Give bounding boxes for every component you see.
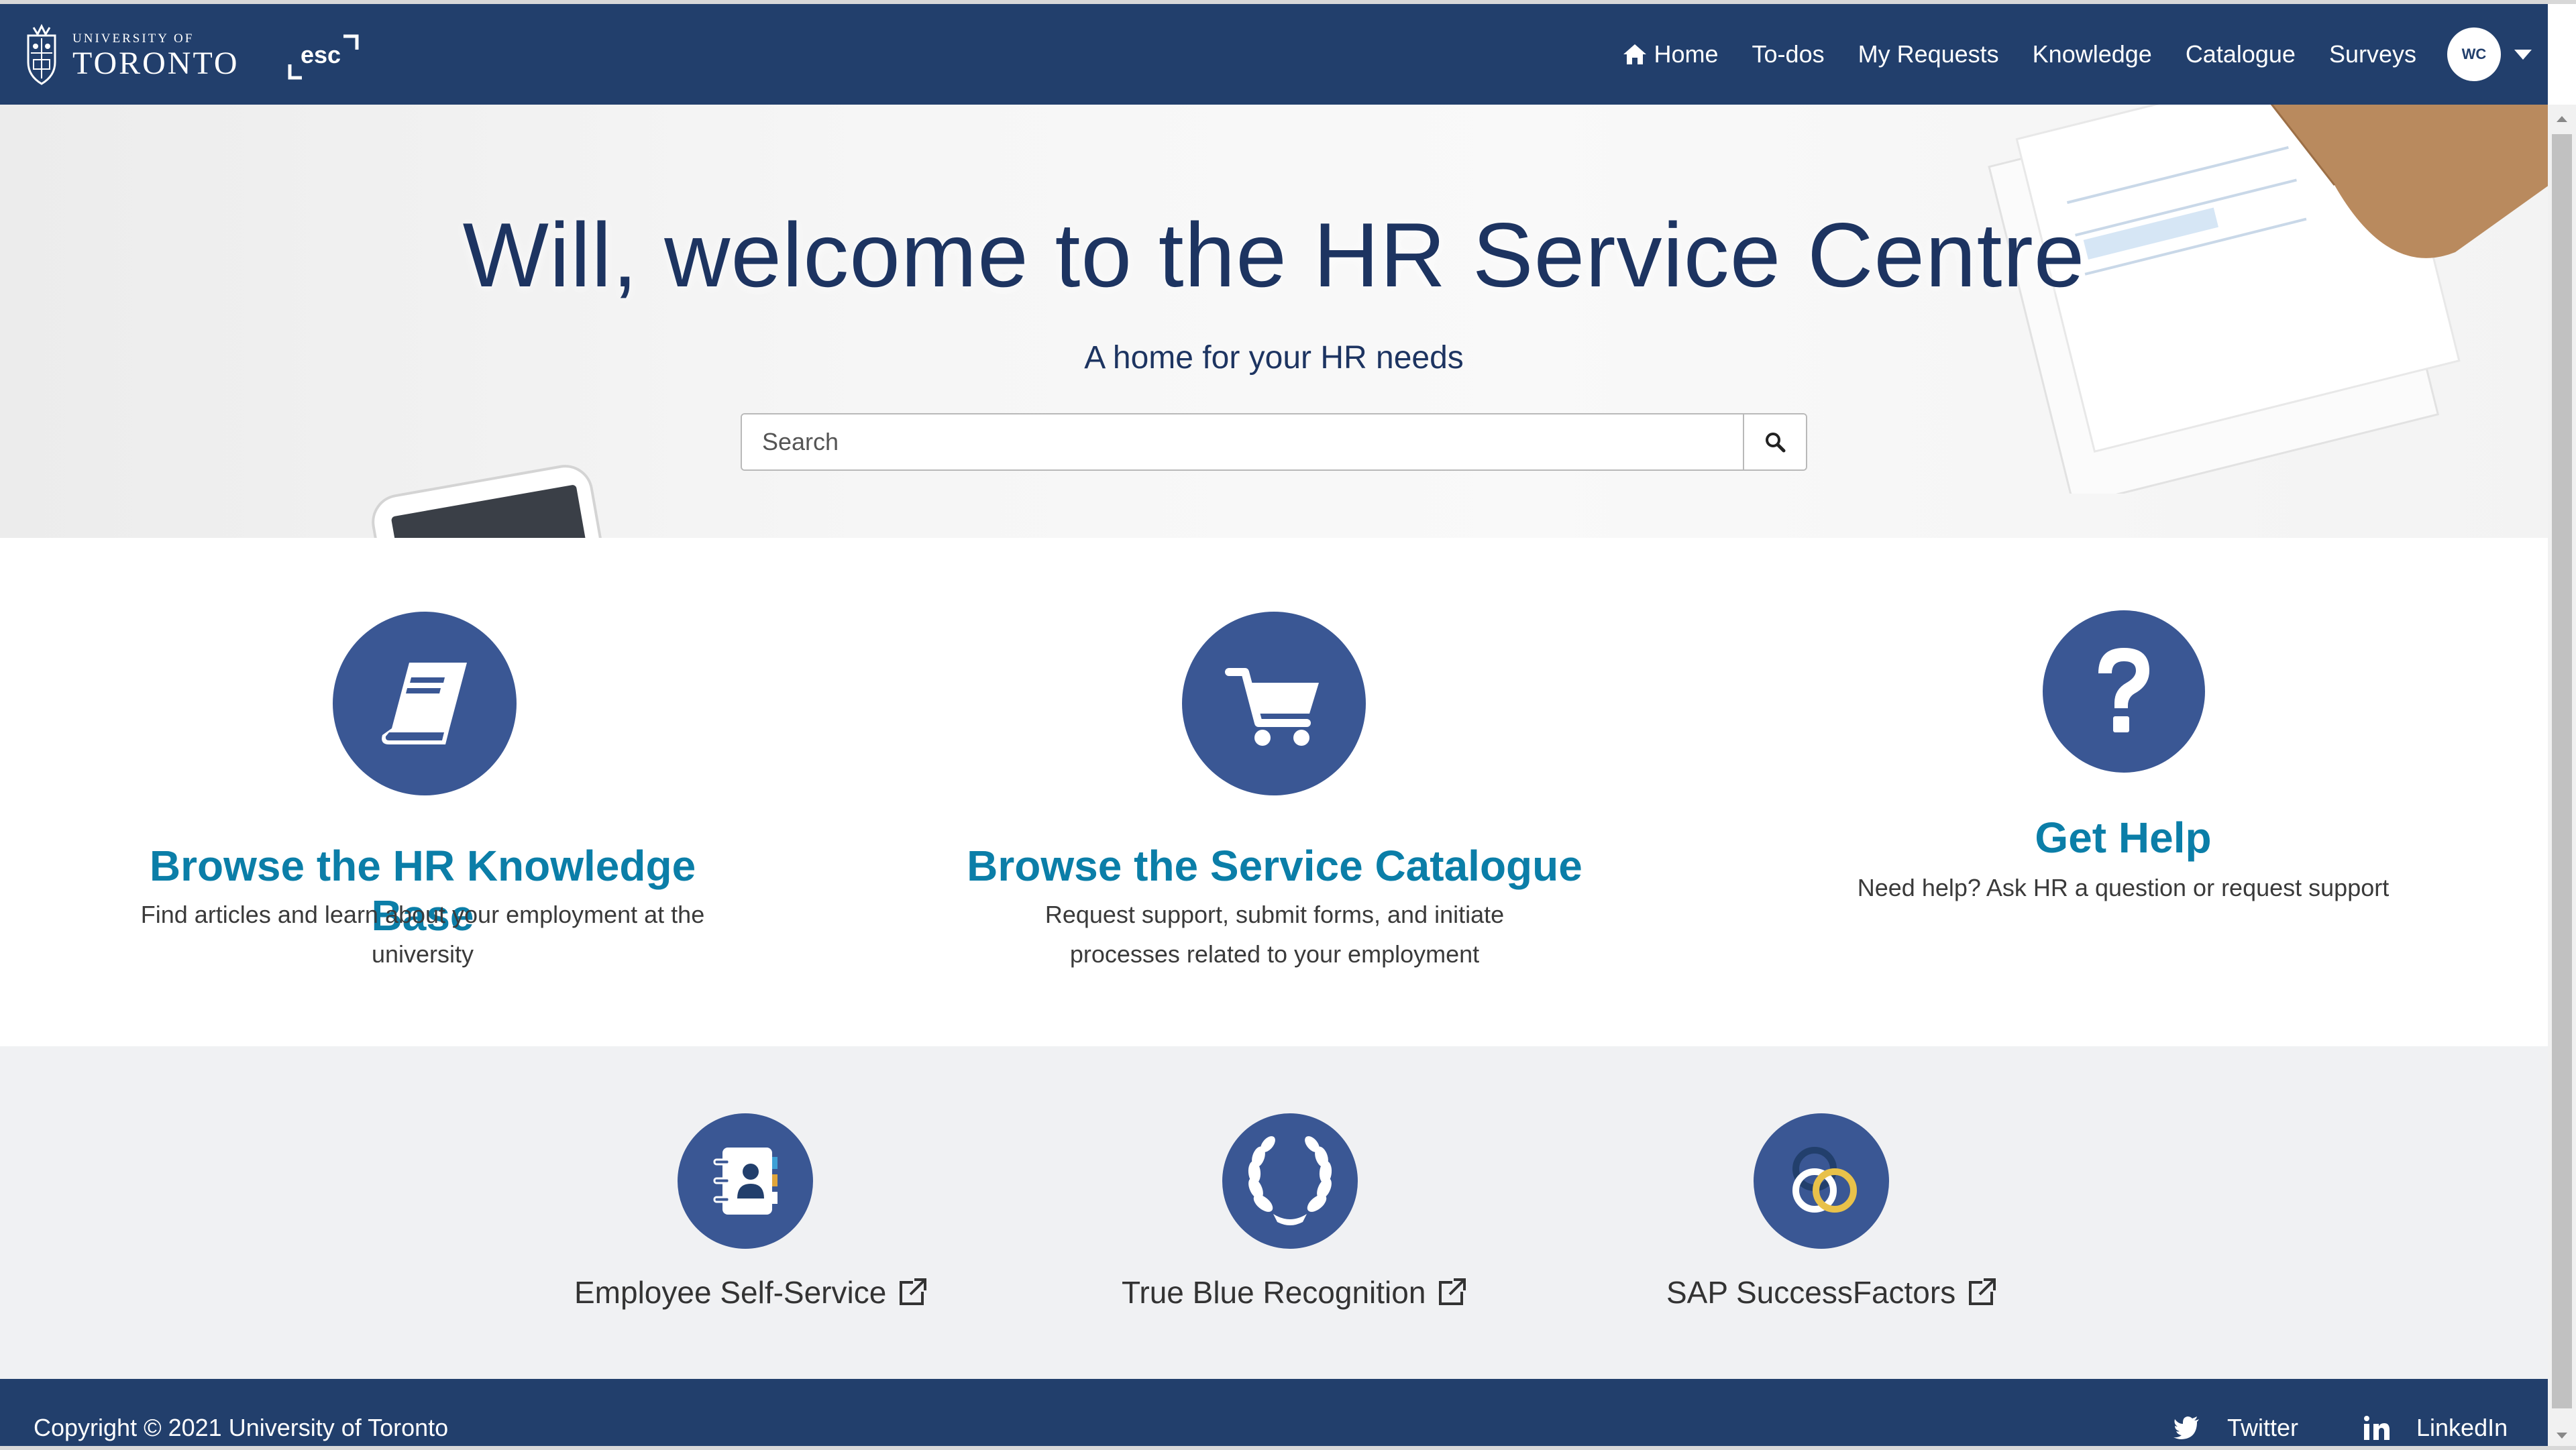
nav-home-label: Home bbox=[1654, 40, 1719, 68]
window-bottom-border bbox=[0, 1446, 2576, 1450]
page-scrollbar[interactable] bbox=[2548, 105, 2576, 1450]
brand-text: UNIVERSITY OF TORONTO bbox=[72, 31, 239, 80]
footer-twitter-label: Twitter bbox=[2227, 1414, 2299, 1441]
nav-home[interactable]: Home bbox=[1622, 40, 1719, 68]
nav-links: Home To-dos My Requests Knowledge Catalo… bbox=[1622, 4, 2548, 105]
card-catalogue-desc: Request support, submit forms, and initi… bbox=[946, 895, 1603, 974]
footer: Copyright © 2021 University of Toronto T… bbox=[0, 1379, 2548, 1450]
quick-links: Employee Self-Service True Blue Recognit… bbox=[0, 1046, 2548, 1379]
external-link-icon bbox=[1969, 1278, 1996, 1305]
uoft-logo[interactable]: UNIVERSITY OF TORONTO bbox=[24, 19, 239, 93]
card-catalogue-desc-line2: processes related to your employment bbox=[1069, 940, 1480, 968]
card-knowledge-desc-line1: Find articles and learn about your emplo… bbox=[140, 901, 705, 928]
esc-logo-text: esc bbox=[301, 41, 341, 68]
card-knowledge-desc: Find articles and learn about your emplo… bbox=[94, 895, 751, 974]
tbr-label-wrap[interactable]: True Blue Recognition bbox=[1122, 1274, 1467, 1310]
card-help-title[interactable]: Get Help bbox=[1798, 813, 2449, 862]
nav-todos[interactable]: To-dos bbox=[1752, 40, 1825, 68]
ess-circle bbox=[678, 1113, 813, 1249]
crest-icon bbox=[27, 23, 56, 85]
card-knowledge-desc-line2: university bbox=[371, 940, 474, 968]
main-cards: Browse the HR Knowledge Base Find articl… bbox=[0, 538, 2548, 1046]
brand-university-of: UNIVERSITY OF bbox=[72, 32, 195, 46]
content: UNIVERSITY OF TORONTO esc Home To-dos My… bbox=[0, 0, 2548, 1450]
ess-label-wrap[interactable]: Employee Self-Service bbox=[574, 1274, 928, 1310]
nav-catalogue[interactable]: Catalogue bbox=[2186, 40, 2296, 68]
home-icon bbox=[1623, 44, 1646, 64]
question-icon bbox=[2098, 648, 2149, 732]
hero-banner: Will, welcome to the HR Service Centre A… bbox=[0, 105, 2548, 538]
hero-title: Will, welcome to the HR Service Centre bbox=[462, 204, 2086, 306]
quick-link-sap-successfactors[interactable]: SAP SuccessFactors bbox=[1664, 1046, 2012, 1379]
footer-twitter-link[interactable]: Twitter bbox=[2174, 1414, 2298, 1442]
esc-logo-icon[interactable]: esc bbox=[287, 31, 360, 85]
navbar: UNIVERSITY OF TORONTO esc Home To-dos My… bbox=[0, 4, 2548, 105]
card-help-desc: Need help? Ask HR a question or request … bbox=[1857, 874, 2390, 901]
twitter-icon bbox=[2174, 1416, 2199, 1439]
quick-link-employee-self-service[interactable]: Employee Self-Service bbox=[570, 1046, 927, 1379]
footer-linkedin-link[interactable]: LinkedIn bbox=[2364, 1414, 2508, 1442]
card-knowledge-base[interactable]: Browse the HR Knowledge Base Find articl… bbox=[94, 538, 751, 1046]
card-catalogue-desc-line1: Request support, submit forms, and initi… bbox=[1044, 901, 1505, 928]
search-button[interactable] bbox=[1743, 414, 1806, 469]
address-book-icon bbox=[713, 1148, 777, 1215]
book-icon bbox=[382, 663, 467, 744]
card-help-circle bbox=[2043, 610, 2205, 773]
card-catalogue-title[interactable]: Browse the Service Catalogue bbox=[946, 841, 1603, 891]
cart-icon bbox=[1225, 668, 1319, 746]
sap-label: SAP SuccessFactors bbox=[1666, 1275, 1956, 1310]
nav-my-requests[interactable]: My Requests bbox=[1858, 40, 1999, 68]
nav-knowledge[interactable]: Knowledge bbox=[2033, 40, 2152, 68]
brand-toronto: TORONTO bbox=[72, 46, 239, 81]
external-link-icon bbox=[1439, 1278, 1466, 1305]
successfactors-icon bbox=[1792, 1147, 1857, 1213]
sap-label-wrap[interactable]: SAP SuccessFactors bbox=[1666, 1274, 1997, 1310]
hero-subtitle: A home for your HR needs bbox=[1084, 340, 1464, 376]
card-get-help[interactable]: Get Help Need help? Ask HR a question or… bbox=[1798, 538, 2449, 1046]
search-input[interactable] bbox=[742, 414, 1743, 469]
ess-label: Employee Self-Service bbox=[574, 1275, 887, 1310]
tbr-circle bbox=[1222, 1113, 1358, 1249]
card-catalogue-circle bbox=[1182, 612, 1366, 795]
quick-link-true-blue-recognition[interactable]: True Blue Recognition bbox=[1120, 1046, 1469, 1379]
hero-phone-decoration bbox=[372, 465, 605, 538]
card-knowledge-circle bbox=[333, 612, 517, 795]
caret-down-icon[interactable] bbox=[2514, 49, 2532, 60]
user-avatar[interactable]: WC bbox=[2447, 27, 2501, 81]
scrollbar-thumb[interactable] bbox=[2552, 134, 2572, 1408]
linkedin-icon bbox=[2364, 1416, 2390, 1440]
sap-circle bbox=[1754, 1113, 1889, 1249]
card-service-catalogue[interactable]: Browse the Service Catalogue Request sup… bbox=[946, 538, 1603, 1046]
search-bar bbox=[741, 413, 1807, 471]
footer-copyright: Copyright © 2021 University of Toronto bbox=[34, 1414, 449, 1441]
page: UNIVERSITY OF TORONTO esc Home To-dos My… bbox=[0, 0, 2576, 1450]
search-icon bbox=[1766, 433, 1786, 453]
footer-linkedin-label: LinkedIn bbox=[2416, 1414, 2508, 1441]
nav-surveys[interactable]: Surveys bbox=[2329, 40, 2416, 68]
external-link-icon bbox=[900, 1278, 927, 1305]
laurel-wreath-icon bbox=[1248, 1136, 1332, 1225]
scroll-up-arrow-icon[interactable] bbox=[2548, 105, 2576, 133]
tbr-label: True Blue Recognition bbox=[1122, 1275, 1426, 1310]
